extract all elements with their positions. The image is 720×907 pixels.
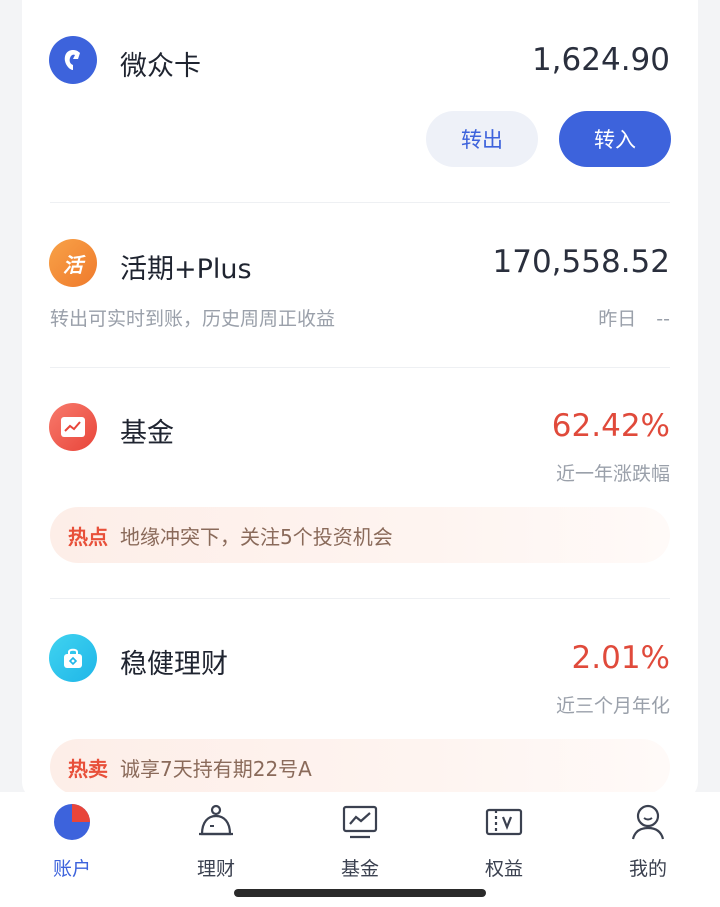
- fund-title: 基金: [120, 418, 174, 449]
- fund-hot-banner[interactable]: 热点 地缘冲突下，关注5个投资机会: [50, 507, 670, 563]
- tab-label: 我的: [628, 858, 667, 880]
- tab-wealth[interactable]: 理财: [171, 800, 261, 884]
- tab-label: 理财: [196, 858, 235, 880]
- wenjian-rate-label: 近三个月年化: [555, 695, 670, 717]
- piggy-bank-icon: [194, 800, 238, 844]
- huoqi-yesterday: 昨日 --: [598, 304, 670, 331]
- fund-rate: 62.42%: [551, 408, 670, 444]
- tab-label: 权益: [484, 858, 523, 880]
- yesterday-label: 昨日: [598, 308, 637, 330]
- weizhong-amount: 1,624.90: [531, 42, 670, 78]
- huoqi-icon-glyph: 活: [63, 252, 83, 277]
- ticket-icon: [482, 800, 526, 844]
- chart-icon: [49, 403, 97, 451]
- tab-label: 基金: [340, 858, 379, 880]
- tab-fund[interactable]: 基金: [315, 800, 405, 884]
- home-indicator: [234, 889, 486, 897]
- tab-label: 账户: [52, 858, 91, 880]
- transfer-out-button[interactable]: 转出: [426, 111, 538, 167]
- account-card: 微众卡 1,624.90 转出 转入 活 活期+Plus 170,558.52 …: [22, 0, 698, 800]
- huoqi-icon: 活: [49, 239, 97, 287]
- huoqi-desc: 转出可实时到账，历史周周正收益: [50, 308, 336, 330]
- wenjian-rate: 2.01%: [571, 640, 670, 676]
- huoqi-amount: 170,558.52: [492, 244, 671, 280]
- person-icon: [626, 800, 670, 844]
- wenjian-hot-banner[interactable]: 热卖 诚享7天持有期22号A: [50, 739, 670, 795]
- wechat-bank-icon: [49, 36, 97, 84]
- weizhong-title: 微众卡: [120, 51, 201, 82]
- tab-benefits[interactable]: 权益: [459, 800, 549, 884]
- divider: [50, 367, 670, 368]
- divider: [50, 202, 670, 203]
- yesterday-value: --: [656, 308, 670, 330]
- huoqi-title: 活期+Plus: [120, 254, 252, 285]
- hot-text: 地缘冲突下，关注5个投资机会: [120, 524, 393, 549]
- transfer-in-button[interactable]: 转入: [559, 111, 671, 167]
- wenjian-title: 稳健理财: [120, 649, 228, 680]
- tab-account[interactable]: 账户: [27, 800, 117, 884]
- pie-chart-icon: [50, 800, 94, 844]
- hot-text: 诚享7天持有期22号A: [120, 756, 312, 781]
- hot-tag: 热点: [68, 524, 108, 549]
- divider: [50, 598, 670, 599]
- fund-rate-label: 近一年涨跌幅: [555, 463, 670, 485]
- monitor-chart-icon: [338, 800, 382, 844]
- hot-tag: 热卖: [68, 756, 108, 781]
- bag-icon: [49, 634, 97, 682]
- tab-mine[interactable]: 我的: [603, 800, 693, 884]
